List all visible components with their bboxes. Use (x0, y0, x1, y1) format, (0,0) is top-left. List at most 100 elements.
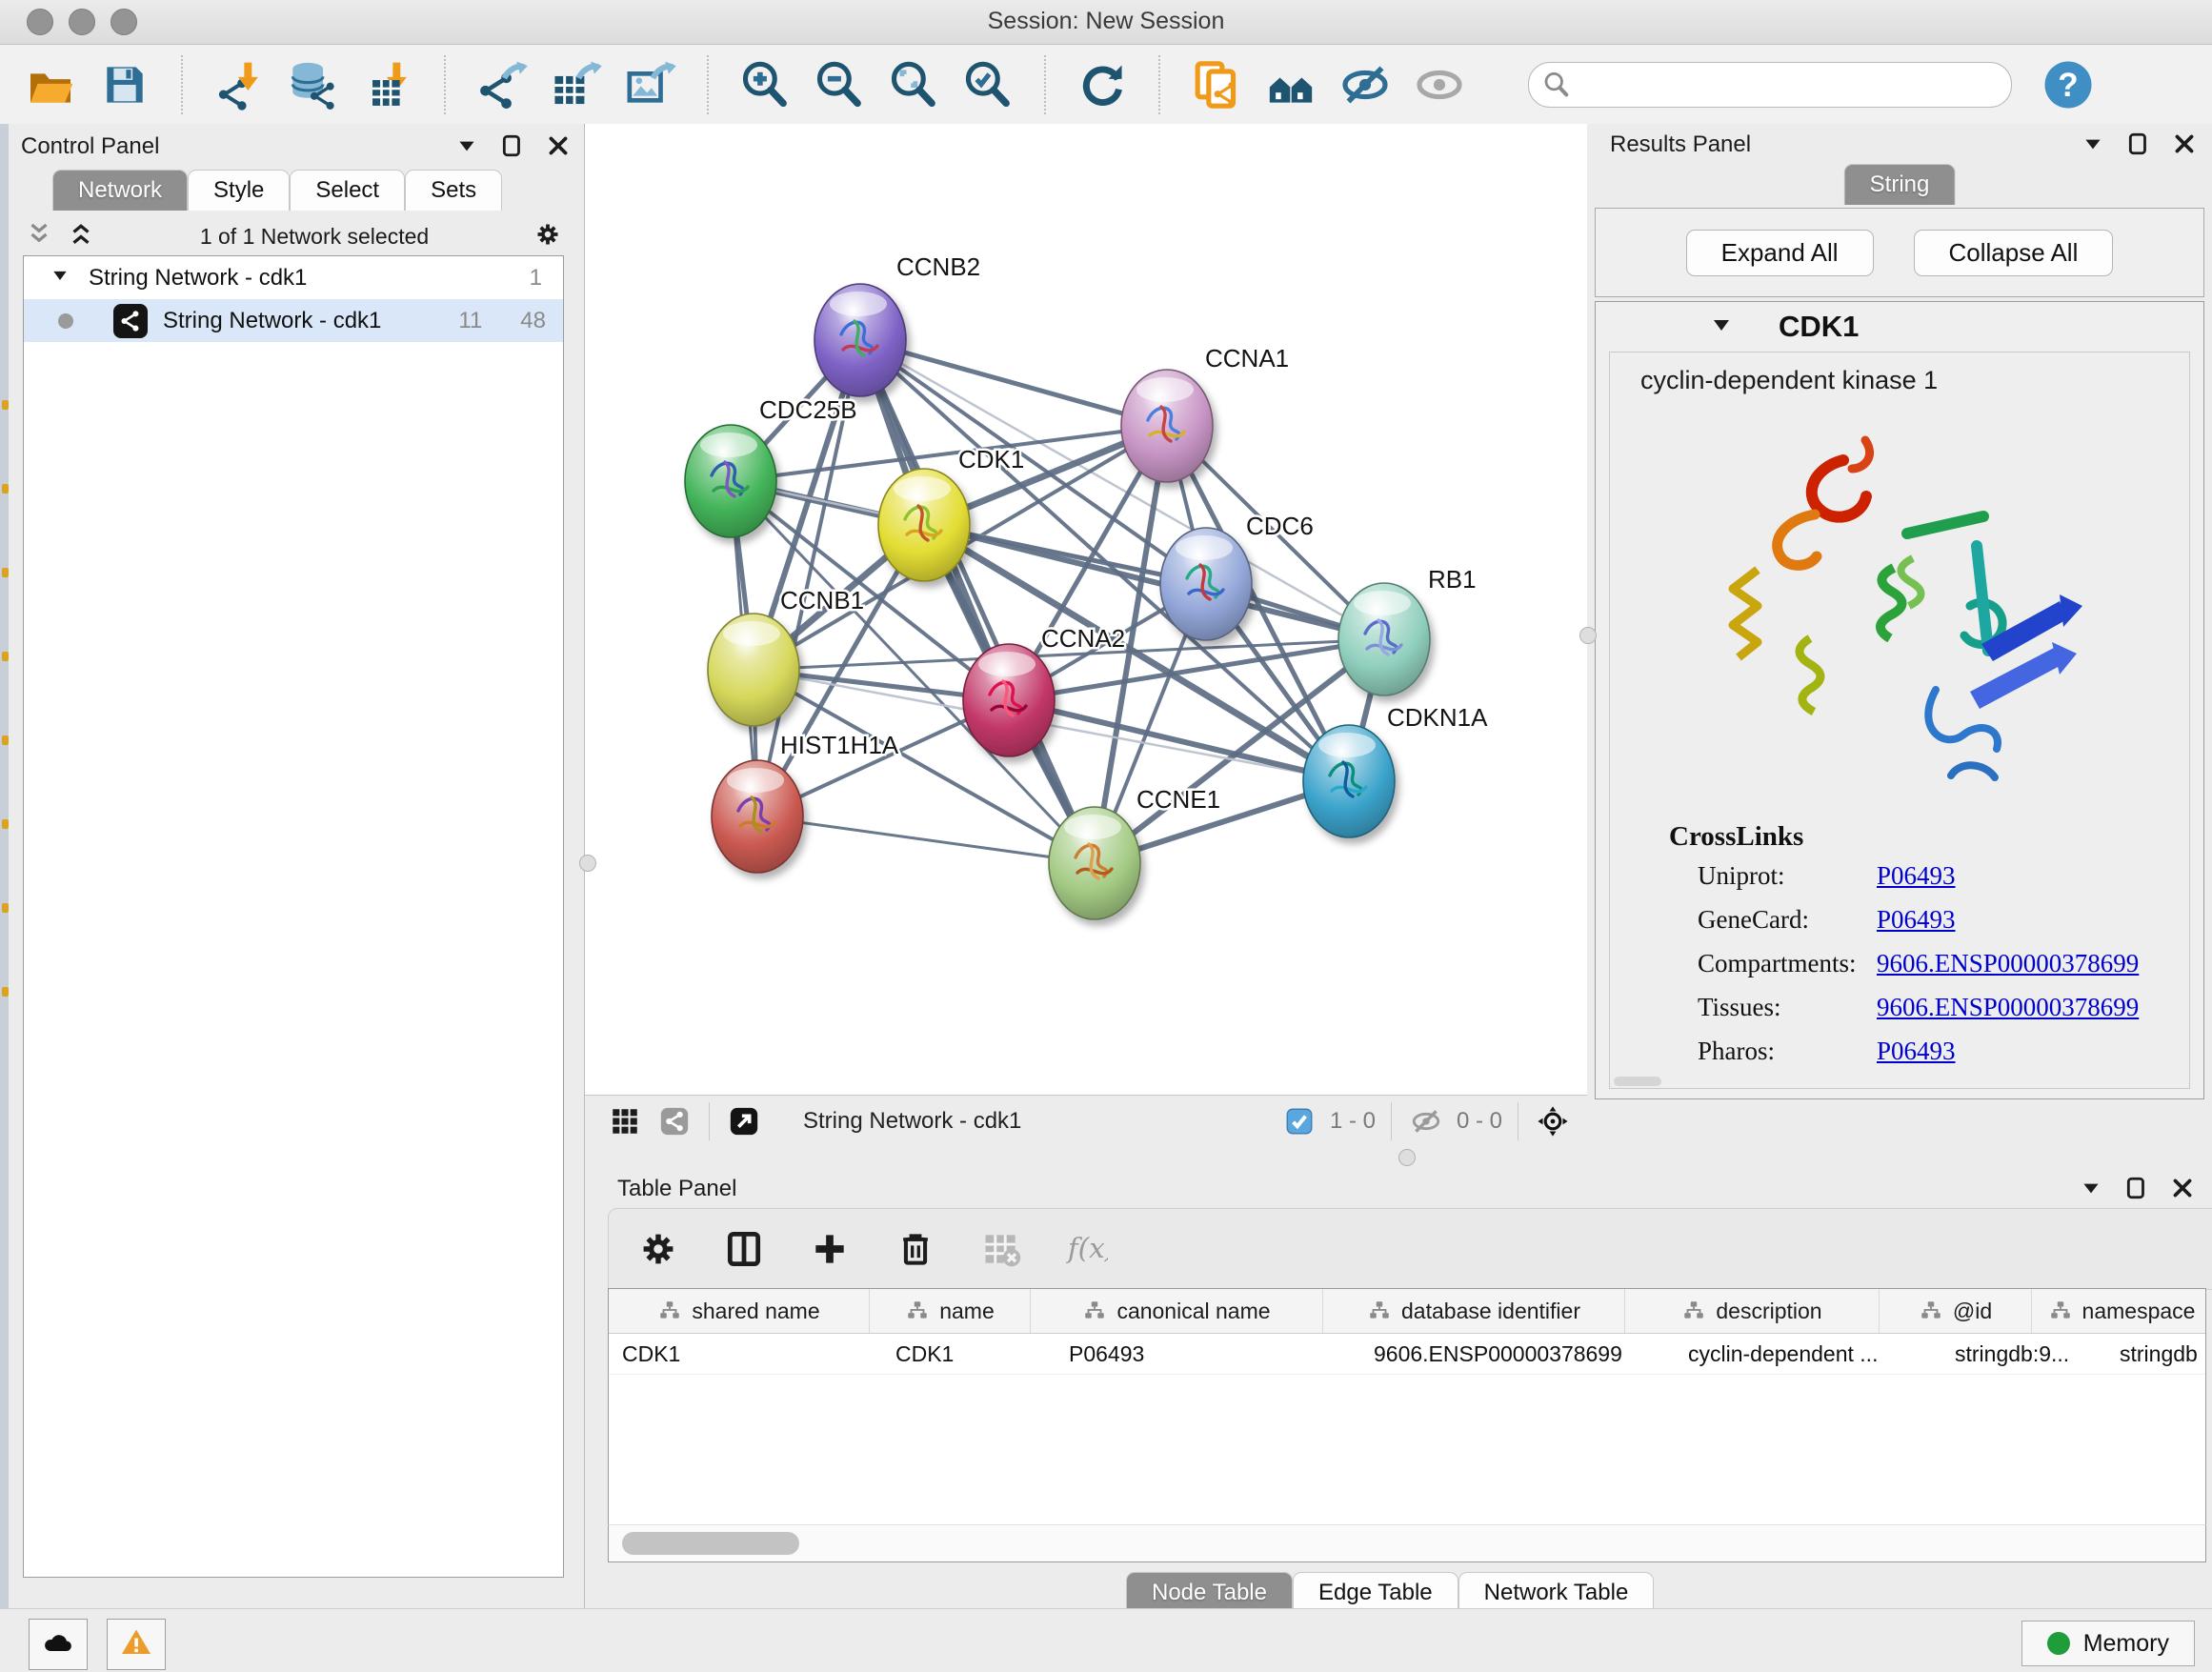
tab-select[interactable]: Select (290, 170, 405, 211)
tab-style[interactable]: Style (188, 170, 290, 211)
expand-all-icon[interactable] (67, 220, 95, 253)
tab-edge-table[interactable]: Edge Table (1293, 1572, 1458, 1613)
open-file-button[interactable] (13, 53, 88, 116)
string-network-graph[interactable]: CCNB2 CCNA1 CDC25B CDK1 CDC6 RB1 CCNB1 C… (585, 124, 1587, 1095)
expand-all-button[interactable]: Expand All (1686, 230, 1874, 276)
export-image-button[interactable] (613, 53, 688, 116)
node-cdc6[interactable] (1160, 528, 1252, 640)
column-header-shared-name[interactable]: shared name (609, 1289, 870, 1333)
table-cell[interactable]: cyclin-dependent ... (1675, 1334, 1941, 1374)
column-header-canonical-name[interactable]: canonical name (1031, 1289, 1323, 1333)
collapse-all-icon[interactable] (25, 220, 53, 253)
edge-hist1h1a-ccne1[interactable] (757, 816, 1095, 863)
node-table[interactable]: shared namenamecanonical namedatabase id… (608, 1288, 2206, 1562)
result-entry-header[interactable]: CDK1 (1596, 302, 2203, 352)
results-horizontal-scrollbar[interactable] (1614, 1077, 1661, 1086)
column-header-namespace[interactable]: namespace (2032, 1289, 2206, 1333)
network-collection-row[interactable]: String Network - cdk1 1 (24, 256, 563, 299)
column-header-at-id[interactable]: @id (1880, 1289, 2032, 1333)
network-canvas[interactable]: CCNB2 CCNA1 CDC25B CDK1 CDC6 RB1 CCNB1 C… (585, 124, 1587, 1095)
save-session-button[interactable] (88, 53, 162, 116)
search-input[interactable] (1579, 71, 2011, 98)
results-panel-close-icon[interactable] (2172, 131, 2197, 161)
table-panel-close-icon[interactable] (2170, 1176, 2195, 1205)
selected-checkbox-icon[interactable] (1275, 1100, 1324, 1142)
new-network-from-selection-button[interactable] (1179, 53, 1254, 116)
node-ccnb1[interactable] (708, 614, 799, 726)
split-columns-button[interactable] (717, 1222, 771, 1276)
hidden-eye-icon[interactable] (1401, 1100, 1451, 1142)
table-horizontal-scrollbar[interactable] (608, 1524, 2206, 1562)
node-cdc25b[interactable] (685, 425, 776, 537)
crosslink-link[interactable]: 9606.ENSP00000378699 (1877, 949, 2139, 978)
import-table-button[interactable] (351, 53, 425, 116)
collapse-all-button[interactable]: Collapse All (1914, 230, 2114, 276)
tab-network[interactable]: Network (52, 170, 188, 211)
tab-node-table[interactable]: Node Table (1126, 1572, 1293, 1613)
bottom-splitter-handle[interactable] (1398, 1149, 1416, 1166)
results-panel-float-icon[interactable] (2126, 131, 2151, 161)
control-panel-collapse-icon[interactable] (454, 133, 479, 163)
left-splitter-handle[interactable] (579, 855, 596, 872)
network-options-gear-icon[interactable] (533, 220, 562, 253)
edge-ccnb2-ccne1[interactable] (860, 340, 1095, 863)
table-panel-float-icon[interactable] (2124, 1176, 2149, 1205)
open-in-new-window-icon[interactable] (719, 1100, 769, 1142)
create-column-button[interactable] (803, 1222, 856, 1276)
node-hist1h1a[interactable] (712, 760, 803, 873)
edge-cdk1-rb1[interactable] (924, 525, 1384, 639)
table-panel-collapse-icon[interactable] (2079, 1176, 2103, 1205)
table-cell[interactable]: P06493 (1056, 1334, 1360, 1374)
table-cell[interactable]: CDK1 (882, 1334, 1056, 1374)
memory-button[interactable]: Memory (2021, 1621, 2195, 1666)
tree-expander-icon[interactable] (50, 265, 70, 292)
node-ccna1[interactable] (1121, 370, 1213, 482)
node-ccna2[interactable] (963, 644, 1055, 756)
warnings-button[interactable] (107, 1619, 166, 1670)
control-panel-float-icon[interactable] (500, 133, 525, 163)
hide-selection-button[interactable] (1328, 53, 1402, 116)
table-scrollbar-thumb[interactable] (622, 1532, 799, 1555)
crosslink-link[interactable]: P06493 (1877, 861, 1956, 891)
fit-content-button[interactable] (876, 53, 951, 116)
node-ccne1[interactable] (1049, 807, 1140, 919)
search-box[interactable] (1528, 62, 2012, 108)
node-ccnb2[interactable] (814, 284, 906, 396)
table-cell[interactable]: stringdb:9... (1941, 1334, 2106, 1374)
zoom-in-button[interactable] (728, 53, 802, 116)
crosslink-link[interactable]: P06493 (1877, 905, 1956, 935)
help-button[interactable]: ? (2031, 53, 2105, 116)
import-network-from-database-button[interactable] (276, 53, 351, 116)
tab-network-table[interactable]: Network Table (1458, 1572, 1655, 1613)
export-network-button[interactable] (465, 53, 539, 116)
table-row[interactable]: CDK1CDK1P064939606.ENSP00000378699cyclin… (609, 1334, 2205, 1375)
crosslink-link[interactable]: 9606.ENSP00000378699 (1877, 993, 2139, 1022)
column-header-description[interactable]: description (1625, 1289, 1880, 1333)
export-table-button[interactable] (539, 53, 613, 116)
cloud-button[interactable] (29, 1619, 88, 1670)
tab-string[interactable]: String (1844, 164, 1956, 205)
table-cell[interactable]: 9606.ENSP00000378699 (1360, 1334, 1675, 1374)
show-all-button[interactable] (1402, 53, 1477, 116)
entry-collapse-triangle-icon[interactable] (1596, 313, 1733, 341)
grid-view-icon[interactable] (600, 1100, 650, 1142)
node-rb1[interactable] (1338, 583, 1430, 695)
crosslink-link[interactable]: P06493 (1877, 1037, 1956, 1066)
node-cdk1[interactable] (878, 469, 970, 581)
table-cell[interactable]: CDK1 (609, 1334, 882, 1374)
network-view-icon[interactable] (650, 1100, 699, 1142)
column-header-database-identifier[interactable]: database identifier (1323, 1289, 1625, 1333)
refresh-view-button[interactable] (1065, 53, 1139, 116)
zoom-selected-button[interactable] (951, 53, 1025, 116)
import-network-button[interactable] (202, 53, 276, 116)
table-settings-button[interactable] (632, 1222, 685, 1276)
zoom-out-button[interactable] (802, 53, 876, 116)
network-row[interactable]: String Network - cdk1 11 48 (24, 299, 563, 342)
right-splitter-handle[interactable] (1579, 627, 1597, 644)
control-panel-close-icon[interactable] (546, 133, 571, 163)
table-cell[interactable]: stringdb (2106, 1334, 2206, 1374)
birdseye-crosshair-icon[interactable] (1528, 1100, 1578, 1142)
node-cdkn1a[interactable] (1303, 725, 1395, 837)
results-panel-collapse-icon[interactable] (2081, 131, 2105, 161)
tab-sets[interactable]: Sets (405, 170, 502, 211)
